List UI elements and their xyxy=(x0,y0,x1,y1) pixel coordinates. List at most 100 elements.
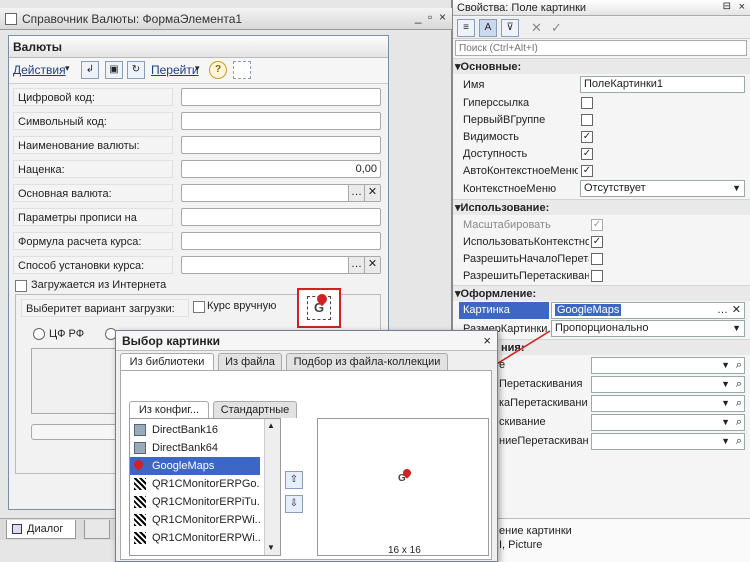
tab-module[interactable] xyxy=(84,520,110,539)
manual-rate-checkbox[interactable] xyxy=(193,301,205,313)
spelling-params-input[interactable] xyxy=(181,208,381,226)
currency-name-input[interactable] xyxy=(181,136,381,154)
prop-first-group-label: ПервыйВГруппе xyxy=(463,114,546,126)
prop-name-input[interactable]: ПолеКартинки1 xyxy=(580,76,745,93)
prop-hidden-4-input[interactable]: ▼ ⌕ xyxy=(591,414,745,431)
prop-autocontext-checkbox[interactable]: ✓ xyxy=(581,165,593,177)
clear-icon[interactable]: ✕ xyxy=(732,303,741,318)
tab-from-file[interactable]: Из файла xyxy=(218,353,282,370)
clear-icon[interactable]: ✕ xyxy=(364,185,380,201)
radio-cf-rf[interactable] xyxy=(33,328,45,340)
markup-input[interactable]: 0,00 xyxy=(181,160,381,178)
prop-first-group-checkbox[interactable] xyxy=(581,114,593,126)
picture-field[interactable]: G xyxy=(297,288,341,328)
check-icon[interactable]: ✓ xyxy=(551,20,562,36)
digital-code-input[interactable] xyxy=(181,88,381,106)
chevron-down-icon[interactable]: ▼ xyxy=(721,358,730,373)
prop-visible-checkbox[interactable]: ✓ xyxy=(581,131,593,143)
list-item[interactable]: QR1CMonitorERPWi... xyxy=(130,511,260,529)
qr-code-icon xyxy=(134,514,146,526)
scroll-up-icon[interactable]: ▲ xyxy=(267,421,275,430)
prop-autocontext-label: АвтоКонтекстноеМеню xyxy=(463,165,578,177)
filter-icon[interactable]: ⊽ xyxy=(501,19,519,37)
tab-from-collection[interactable]: Подбор из файла-коллекции xyxy=(286,353,448,370)
chevron-down-icon[interactable]: ▾ xyxy=(195,63,200,74)
save-icon[interactable]: ▣ xyxy=(105,61,123,79)
navigate-menu[interactable]: Перейти xyxy=(151,63,199,77)
minimize-icon[interactable]: _ xyxy=(415,10,422,24)
select-frame-icon[interactable] xyxy=(233,61,251,79)
scroll-down-icon[interactable]: ▼ xyxy=(267,543,275,552)
move-down-icon[interactable]: ⇩ xyxy=(285,495,303,513)
clear-icon[interactable]: ✕ xyxy=(364,257,380,273)
prop-use-context-label: ИспользоватьКонтекстно xyxy=(463,236,589,248)
search-icon[interactable]: ⌕ xyxy=(736,434,742,449)
base-currency-input[interactable]: … ✕ xyxy=(181,184,381,202)
help-icon[interactable]: ? xyxy=(209,61,227,79)
prop-hidden-3-input[interactable]: ▼ ⌕ xyxy=(591,395,745,412)
actions-menu[interactable]: Действия xyxy=(13,63,66,77)
internet-checkbox[interactable] xyxy=(15,280,27,292)
list-scrollbar[interactable]: ▲ ▼ xyxy=(264,419,280,555)
list-item-selected[interactable]: GoogleMaps xyxy=(130,457,260,475)
tab-from-library[interactable]: Из библиотеки xyxy=(120,353,214,370)
maximize-icon[interactable]: ▫ xyxy=(428,10,432,24)
write-close-icon[interactable]: ↲ xyxy=(81,61,99,79)
prop-allow-drag-start-checkbox[interactable] xyxy=(591,253,603,265)
close-icon[interactable]: × xyxy=(739,1,745,13)
tab-dialog[interactable]: Диалог xyxy=(6,520,76,539)
prop-enabled-checkbox[interactable]: ✓ xyxy=(581,148,593,160)
pin-icon[interactable]: ⊟ xyxy=(723,1,731,12)
rate-method-input[interactable]: … ✕ xyxy=(181,256,381,274)
select-ellipsis-icon[interactable]: … xyxy=(348,257,364,273)
chevron-down-icon[interactable]: ▾ xyxy=(65,63,70,74)
prop-scale-checkbox[interactable]: ✓ xyxy=(591,219,603,231)
clear-icon[interactable]: ✕ xyxy=(531,20,542,36)
form-toolbar: Действия ▾ ↲ ▣ ↻ Перейти ▾ ? xyxy=(9,58,388,84)
section-usage[interactable]: ▾Использование: xyxy=(453,199,750,215)
list-item[interactable]: QR1CMonitorERPWi... xyxy=(130,529,260,547)
prop-context-select[interactable]: Отсутствует ▼ xyxy=(580,180,745,197)
chevron-down-icon[interactable]: ▼ xyxy=(721,377,730,392)
prop-picture-input[interactable]: GoogleMaps … ✕ xyxy=(551,302,745,319)
refresh-icon[interactable]: ↻ xyxy=(127,61,145,79)
chevron-down-icon[interactable]: ▼ xyxy=(732,321,741,336)
field-label-rate-method: Способ установки курса: xyxy=(13,256,173,274)
prop-allow-drag-checkbox[interactable] xyxy=(591,270,603,282)
list-item[interactable]: QR1CMonitorERPiTu... xyxy=(130,493,260,511)
properties-toolbar: ≡ A ⊽ ✕ ✓ xyxy=(453,17,750,39)
select-ellipsis-icon[interactable]: … xyxy=(348,185,364,201)
prop-hidden-5-input[interactable]: ▼ ⌕ xyxy=(591,433,745,450)
sort-category-icon[interactable]: ≡ xyxy=(457,19,475,37)
prop-allow-drag-start-label: РазрешитьНачалоПерета xyxy=(463,253,589,265)
section-design[interactable]: ▾Оформление: xyxy=(453,285,750,301)
prop-hidden-2-input[interactable]: ▼ ⌕ xyxy=(591,376,745,393)
close-icon[interactable]: × xyxy=(483,333,491,348)
chevron-down-icon[interactable]: ▼ xyxy=(732,181,741,196)
prop-hidden-1-input[interactable]: ▼ ⌕ xyxy=(591,357,745,374)
subtab-standard[interactable]: Стандартные xyxy=(213,401,297,418)
chevron-down-icon[interactable]: ▼ xyxy=(721,415,730,430)
chevron-down-icon[interactable]: ▼ xyxy=(721,396,730,411)
symbol-code-input[interactable] xyxy=(181,112,381,130)
property-search-input[interactable] xyxy=(455,40,747,56)
move-up-icon[interactable]: ⇧ xyxy=(285,471,303,489)
chevron-down-icon[interactable]: ▼ xyxy=(721,434,730,449)
search-icon[interactable]: ⌕ xyxy=(736,358,742,373)
search-icon[interactable]: ⌕ xyxy=(736,377,742,392)
subtab-from-config[interactable]: Из конфиг... xyxy=(129,401,209,418)
section-usage-label: Использование: xyxy=(460,202,550,214)
search-icon[interactable]: ⌕ xyxy=(736,415,742,430)
prop-hyperlink-checkbox[interactable] xyxy=(581,97,593,109)
select-ellipsis-icon[interactable]: … xyxy=(717,303,728,318)
search-icon[interactable]: ⌕ xyxy=(736,396,742,411)
list-item[interactable]: DirectBank16 xyxy=(130,421,260,439)
list-item[interactable]: DirectBank64 xyxy=(130,439,260,457)
rate-formula-input[interactable] xyxy=(181,232,381,250)
prop-use-context-checkbox[interactable]: ✓ xyxy=(591,236,603,248)
list-item[interactable]: QR1CMonitorERPGo... xyxy=(130,475,260,493)
section-main[interactable]: ▾Основные: xyxy=(453,58,750,74)
sort-alpha-icon[interactable]: A xyxy=(479,19,497,37)
close-icon[interactable]: × xyxy=(439,10,446,24)
prop-picture-size-select[interactable]: Пропорционально ▼ xyxy=(551,320,745,337)
